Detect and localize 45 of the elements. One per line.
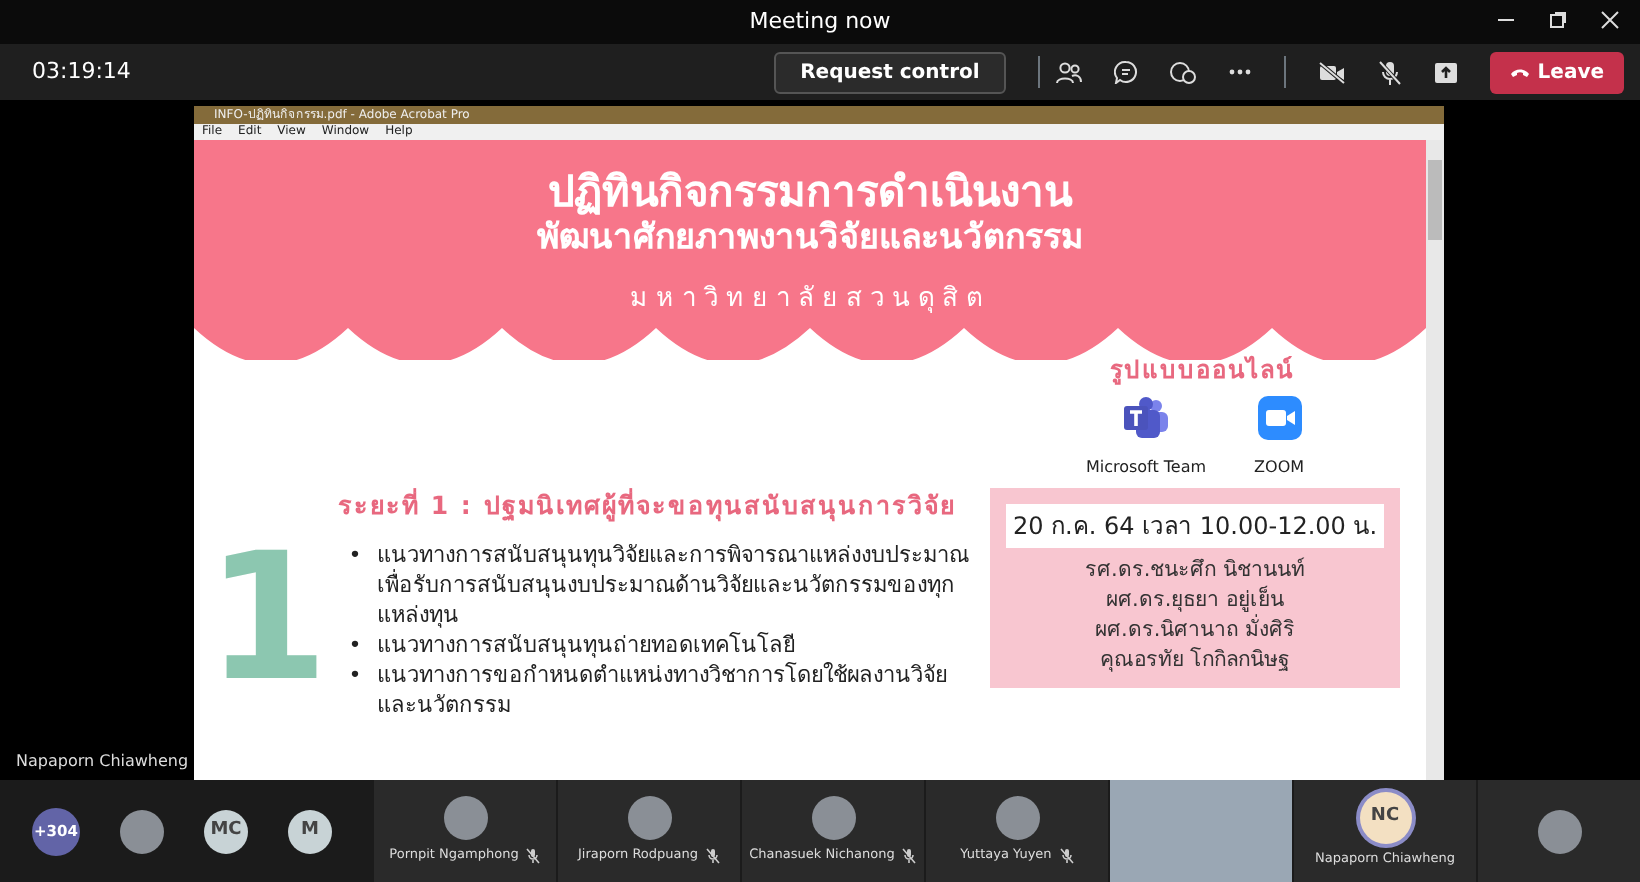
microphone-muted-icon[interactable] [1377,59,1402,85]
initials-avatar[interactable]: NC [1359,792,1411,845]
avatar-circle[interactable] [627,796,671,841]
maximize-icon[interactable] [1548,10,1568,30]
phase-heading: ระยะที่ 1 : ปฐมนิเทศผู้ที่จะขอทุนสนับสนุนการวิจัย [336,487,958,525]
speaker-name: ผศ.ดร.ยุธยา อยู่เย็น [1103,585,1284,612]
bullet-marker: • [348,660,362,693]
phone-icon [1509,66,1530,78]
speaker-name: รศ.ดร.ชนะศึก นิชานนท์ [1082,555,1307,585]
initials-avatar[interactable]: MC [204,809,248,853]
people-icon[interactable] [1055,60,1082,84]
presenter-name: Napaporn Chiawheng [16,750,189,774]
video-camera-logo-icon [1257,395,1302,439]
chat-icon[interactable] [1113,60,1138,84]
call-timer: 03:19:14 [32,55,131,88]
more-options-icon[interactable] [1227,68,1252,76]
speaker-name: คุณอรทัย โกกิลกนิษฐ [1097,645,1293,675]
leave-button[interactable]: Leave [1489,51,1624,93]
phase-number: 1 [204,512,331,724]
avatar-circle[interactable] [1537,809,1581,853]
bullet-text: แนวทางการขอกำหนดตำแหน่งทางวิชาการโดยใช้ผลงานวิจัยและนวัตกรรม [377,660,950,721]
scrollbar-thumb[interactable] [1428,160,1442,240]
document-title: ปฏิทินกิจกรรมการดำเนินงาน [546,168,1075,216]
initials-avatar[interactable]: M [288,809,332,853]
teams-logo-icon [1122,395,1170,439]
camera-off-icon[interactable] [1317,61,1346,83]
avatar-circle[interactable] [811,796,855,841]
share-screen-icon[interactable] [1433,61,1458,83]
bullet-text: แนวทางการสนับสนุนทุนถ่ายทอดเทคโนโลยี [377,630,796,661]
bullet-marker: • [348,540,362,573]
avatar-circle[interactable] [443,796,487,841]
speaker-name: ผศ.ดร.นิศานาถ มั่งศิริ [1006,615,1384,645]
window-title: Meeting now [749,5,891,38]
platform-label: Microsoft Team [1085,455,1207,479]
online-heading: รูปแบบออนไลน์ [1110,353,1296,387]
document-subtitle: มหาวิทยาลัยสวนดุสิต [628,282,992,318]
close-icon[interactable] [1600,10,1620,30]
bullet-marker: • [348,630,362,661]
request-control-button[interactable]: Request control [774,51,1006,93]
schedule-date: 20 ก.ค. 64 เวลา 10.00-12.00 น. [1006,503,1384,547]
avatar-circle[interactable] [120,809,164,853]
document-title: พัฒนาศักยภาพงานวิจัยและนวัตกรรม [535,216,1085,260]
bullet-text: แนวทางการสนับสนุนทุนวิจัยและการพิจารณาแหล่งงบประมาณเพื่อรับการสนับสนุนงบประมาณด้านวิจัยและนวัตกรรมของทุกแหล่งทุน [377,540,972,631]
avatar-circle[interactable] [995,796,1039,841]
platform-label: ZOOM [1254,455,1305,479]
